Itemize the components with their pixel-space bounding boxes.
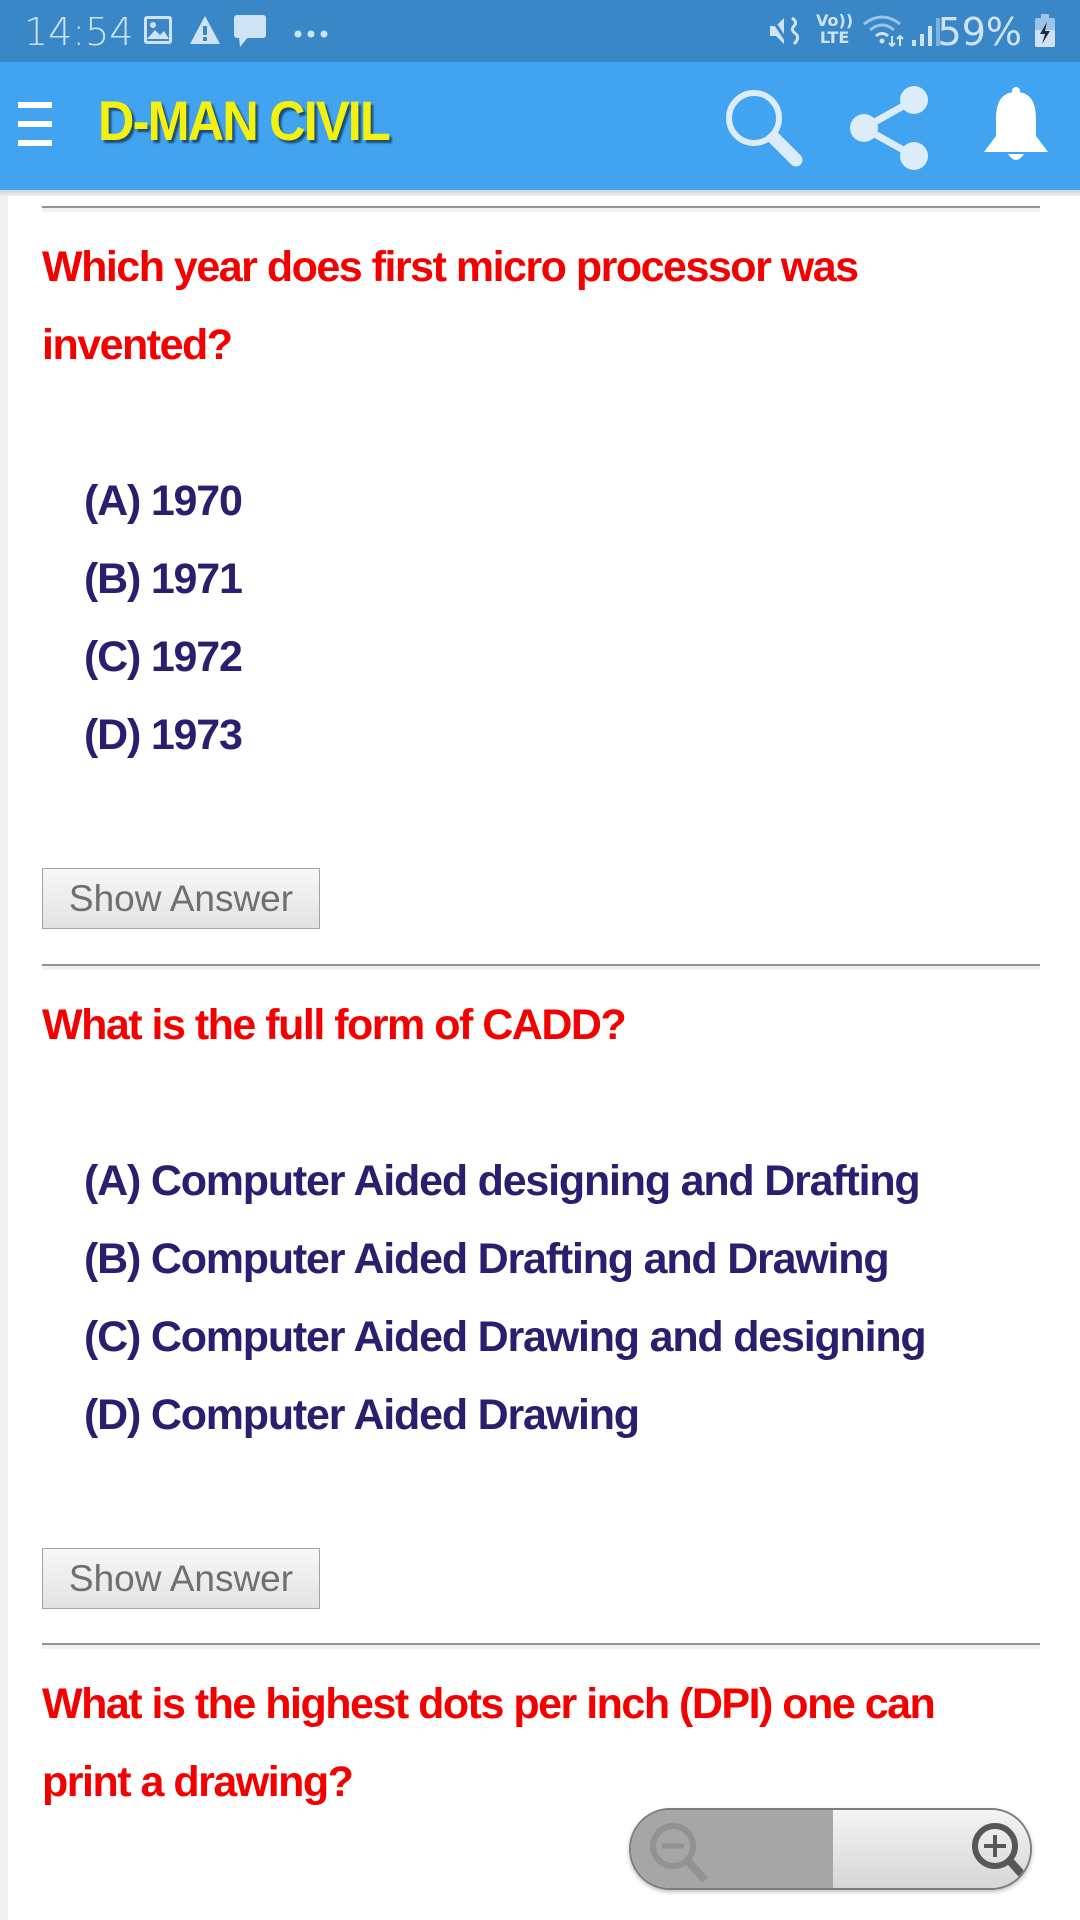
message-icon: [233, 14, 267, 53]
zoom-in-icon: [972, 1823, 1030, 1883]
option-b: (B) Computer Aided Drafting and Drawing: [84, 1235, 890, 1283]
battery-percent: 59%: [937, 10, 1022, 54]
option-c: (C) Computer Aided Drawing and designing: [84, 1313, 927, 1361]
share-icon[interactable]: [842, 78, 938, 174]
search-icon[interactable]: [716, 78, 812, 174]
question-divider: [42, 1643, 1040, 1649]
wifi-icon: [862, 14, 906, 53]
option-a: (A) 1970: [84, 477, 243, 525]
mute-vibrate-icon: [768, 14, 804, 53]
show-answer-button[interactable]: Show Answer: [42, 868, 320, 929]
volte-label-bottom: LTE: [819, 28, 850, 47]
page-left-edge: [0, 196, 8, 1920]
zoom-control: [629, 1808, 1032, 1890]
question-text: What is the full form of CADD?: [42, 1001, 627, 1049]
app-bar-shadow: [0, 190, 1080, 196]
question-divider: [42, 964, 1040, 970]
status-time: 14:54: [24, 10, 134, 54]
volte-icon: Vo)) LTE: [816, 12, 853, 46]
option-a: (A) Computer Aided designing and Draftin…: [84, 1157, 921, 1205]
option-d: (D) 1973: [84, 711, 243, 759]
question-text: What is the highest dots per inch (DPI) …: [42, 1680, 936, 1806]
bell-icon[interactable]: [968, 78, 1064, 174]
question-text: Which year does first micro processor wa…: [42, 243, 859, 369]
option-b: (B) 1971: [84, 555, 243, 603]
battery-charging-icon: [1034, 14, 1056, 53]
question-divider: [42, 206, 1040, 212]
image-icon: [142, 14, 174, 51]
more-dots-icon: [293, 26, 329, 44]
app-title: D-MAN CIVIL: [98, 89, 391, 152]
zoom-out-icon: [650, 1823, 708, 1883]
show-answer-button[interactable]: Show Answer: [42, 1548, 320, 1609]
hamburger-menu-icon[interactable]: [18, 102, 54, 148]
option-c: (C) 1972: [84, 633, 243, 681]
zoom-in-button[interactable]: [833, 1810, 1030, 1888]
warning-icon: [188, 14, 222, 51]
option-d: (D) Computer Aided Drawing: [84, 1391, 640, 1439]
volte-label-top: Vo)): [816, 11, 854, 30]
zoom-out-button[interactable]: [631, 1810, 835, 1888]
status-bar: 14:54 Vo)) LTE 59%: [0, 0, 1080, 62]
